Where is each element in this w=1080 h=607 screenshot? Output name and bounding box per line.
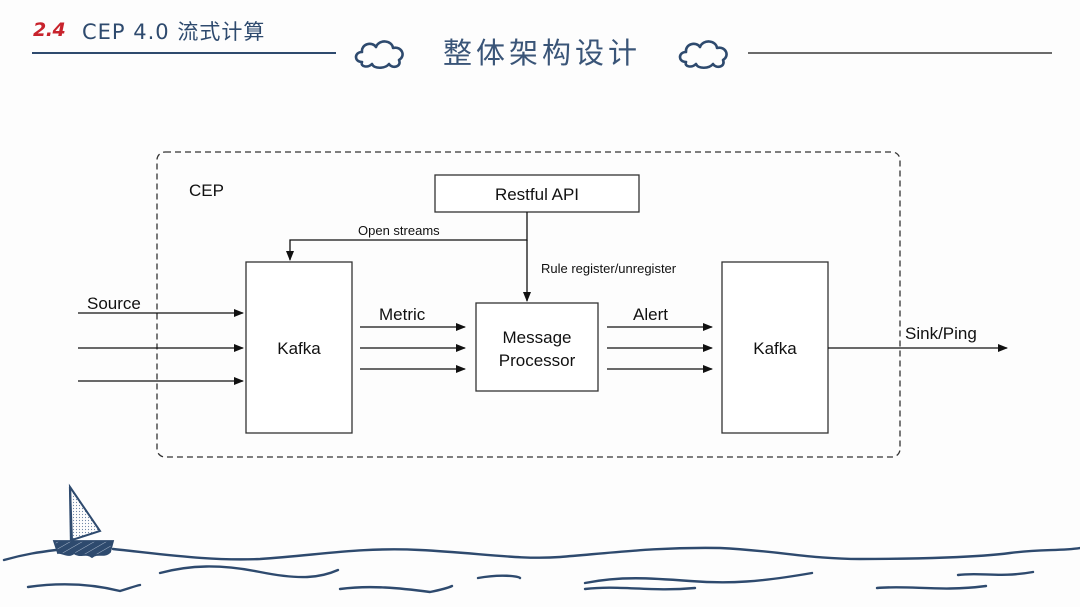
- metric-label: Metric: [379, 305, 426, 324]
- message-processor-node: [475, 302, 599, 392]
- sailboat-waves-decoration: [2, 483, 1080, 594]
- kafka-out-label: Kafka: [753, 339, 797, 358]
- sink-label: Sink/Ping: [905, 324, 977, 343]
- cep-label: CEP: [189, 181, 224, 200]
- sailboat-icon: [52, 483, 115, 559]
- rule-register-label: Rule register/unregister: [541, 261, 677, 276]
- restful-api-label: Restful API: [495, 185, 579, 204]
- kafka-in-label: Kafka: [277, 339, 321, 358]
- source-label: Source: [87, 294, 141, 313]
- alert-label: Alert: [633, 305, 668, 324]
- waves: [2, 546, 1080, 594]
- message-processor-label-line1: Message: [503, 328, 572, 347]
- open-streams-label: Open streams: [358, 223, 440, 238]
- message-processor-label-line2: Processor: [499, 351, 576, 370]
